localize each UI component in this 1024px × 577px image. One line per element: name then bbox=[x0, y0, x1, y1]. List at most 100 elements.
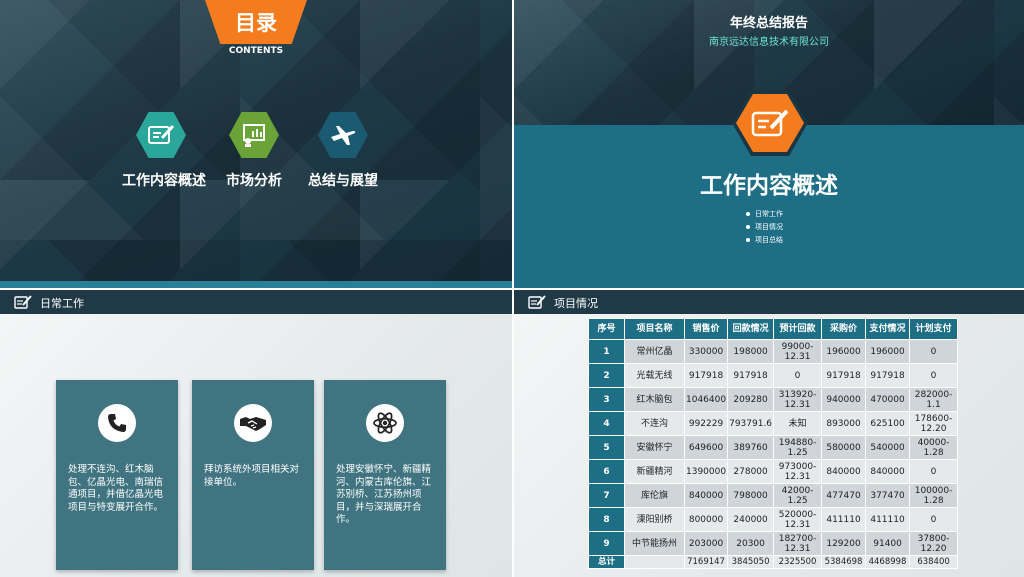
table-cell: 411110 bbox=[865, 507, 911, 532]
table-cell: 100000-1.28 bbox=[909, 483, 959, 508]
table-cell: 240000 bbox=[727, 507, 775, 532]
column-header: 预计回款 bbox=[773, 318, 823, 340]
table-row: 3 红木脑包 1046400 209280 313920-12.31 940000 4700… bbox=[588, 387, 959, 412]
card-text: 处理不连沟、红木脑包、亿晶光电、南瑞信通项目，并借亿晶光电项目与特变展开合作。 bbox=[68, 464, 164, 513]
slide-project-status[interactable]: 项目情况 序号 项目名称 销售价 回款情况 预计回款 采购价 支付情况 计划支付… bbox=[514, 290, 1024, 577]
contents-title: 目录 bbox=[235, 11, 277, 35]
table-cell: 7 bbox=[588, 483, 625, 508]
table-cell: 520000-12.31 bbox=[773, 507, 823, 532]
slide-section-cover[interactable]: 年终总结报告 南京远达信息技术有限公司 工作内容概述 日常工作 项目情况 项目总… bbox=[514, 0, 1024, 288]
table-cell: 798000 bbox=[727, 483, 775, 508]
slide-contents[interactable]: 目录 CONTENTS 工作内容概述 市场分析 总结与展望 bbox=[0, 0, 512, 288]
table-cell: 0 bbox=[909, 363, 959, 388]
work-card: 处理安徽怀宁、新疆精河、内蒙古库伦旗、江苏别桥、江苏扬州项目，并与深瑞展开合作。 bbox=[324, 380, 446, 570]
slide-header: 日常工作 bbox=[0, 290, 512, 314]
table-cell: 不连沟 bbox=[624, 411, 685, 436]
column-header: 计划支付 bbox=[909, 318, 959, 340]
table-cell: 7169147 bbox=[683, 555, 729, 569]
table-cell: 42000-1.25 bbox=[773, 483, 823, 508]
phone-icon bbox=[98, 404, 136, 442]
table-cell: 840000 bbox=[683, 483, 729, 508]
table-cell: 182700-12.31 bbox=[773, 531, 823, 556]
table-cell: 940000 bbox=[821, 387, 867, 412]
table-cell: 313920-12.31 bbox=[773, 387, 823, 412]
table-cell: 917918 bbox=[683, 363, 729, 388]
table-row: 7 库伦旗 840000 798000 42000-1.25 477470 377470 10… bbox=[588, 483, 959, 508]
column-header: 项目名称 bbox=[624, 318, 685, 340]
table-cell: 3845050 bbox=[727, 555, 775, 569]
table-cell: 992229 bbox=[683, 411, 729, 436]
contents-subtitle: CONTENTS bbox=[228, 46, 284, 56]
table-cell: 840000 bbox=[865, 459, 911, 484]
table-cell: 917918 bbox=[865, 363, 911, 388]
menu-item-work-overview[interactable]: 工作内容概述 bbox=[114, 170, 214, 190]
table-cell: 1 bbox=[588, 339, 625, 364]
table-row: 4 不连沟 992229 793791.6 未知 893000 625100 178600-1… bbox=[588, 411, 959, 436]
table-cell: 37800-12.20 bbox=[909, 531, 959, 556]
table-row: 5 安徽怀宁 649600 389760 194880-1.25 580000 540000… bbox=[588, 435, 959, 460]
table-cell: 411110 bbox=[821, 507, 867, 532]
table-cell: 793791.6 bbox=[727, 411, 775, 436]
header-title: 项目情况 bbox=[554, 297, 598, 310]
table-cell: 91400 bbox=[865, 531, 911, 556]
table-cell: 278000 bbox=[727, 459, 775, 484]
bullet-item: 日常工作 bbox=[746, 208, 783, 221]
table-cell: 638400 bbox=[909, 555, 959, 569]
presentation-icon[interactable] bbox=[229, 112, 279, 158]
table-cell: 477470 bbox=[821, 483, 867, 508]
table-cell: 40000-1.28 bbox=[909, 435, 959, 460]
table-cell: 1046400 bbox=[683, 387, 729, 412]
column-header: 采购价 bbox=[821, 318, 867, 340]
work-card: 处理不连沟、红木脑包、亿晶光电、南瑞信通项目，并借亿晶光电项目与特变展开合作。 bbox=[56, 380, 178, 570]
slide-header: 项目情况 bbox=[514, 290, 1024, 314]
table-cell: 0 bbox=[773, 363, 823, 388]
table-row: 9 中节能扬州 203000 20300 182700-12.31 129200 91400… bbox=[588, 531, 959, 556]
table-total-row: 总计 7169147 3845050 2325500 5384698 4468998 638… bbox=[588, 555, 959, 569]
table-cell: 常州亿晶 bbox=[624, 339, 685, 364]
table-cell: 973000-12.31 bbox=[773, 459, 823, 484]
project-table: 序号 项目名称 销售价 回款情况 预计回款 采购价 支付情况 计划支付 1 常州亿… bbox=[588, 318, 959, 569]
table-cell: 20300 bbox=[727, 531, 775, 556]
table-row: 2 光载无线 917918 917918 0 917918 917918 0 bbox=[588, 363, 959, 388]
table-cell: 1390000 bbox=[683, 459, 729, 484]
handshake-icon bbox=[234, 404, 272, 442]
menu-item-summary-outlook[interactable]: 总结与展望 bbox=[298, 170, 388, 190]
header-title: 日常工作 bbox=[40, 297, 84, 310]
content-area: 处理不连沟、红木脑包、亿晶光电、南瑞信通项目，并借亿晶光电项目与特变展开合作。 … bbox=[0, 314, 512, 577]
table-cell: 库伦旗 bbox=[624, 483, 685, 508]
bullet-item: 项目总结 bbox=[746, 234, 783, 247]
table-cell: 0 bbox=[909, 459, 959, 484]
table-cell: 4468998 bbox=[865, 555, 911, 569]
table-cell: 安徽怀宁 bbox=[624, 435, 685, 460]
table-cell: 129200 bbox=[821, 531, 867, 556]
table-cell: 未知 bbox=[773, 411, 823, 436]
card-text: 拜访系统外项目相关对接单位。 bbox=[204, 464, 300, 488]
table-cell: 194880-1.25 bbox=[773, 435, 823, 460]
card-text: 处理安徽怀宁、新疆精河、内蒙古库伦旗、江苏别桥、江苏扬州项目，并与深瑞展开合作。 bbox=[336, 464, 432, 525]
table-cell: 溧阳别桥 bbox=[624, 507, 685, 532]
menu-item-market-analysis[interactable]: 市场分析 bbox=[214, 170, 294, 190]
table-row: 6 新疆精河 1390000 278000 973000-12.31 840000 8400… bbox=[588, 459, 959, 484]
edit-icon[interactable] bbox=[136, 112, 186, 158]
table-cell: 540000 bbox=[865, 435, 911, 460]
table-cell: 917918 bbox=[821, 363, 867, 388]
table-cell: 中节能扬州 bbox=[624, 531, 685, 556]
slide-daily-work[interactable]: 日常工作 处理不连沟、红木脑包、亿晶光电、南瑞信通项目，并借亿晶光电项目与特变展… bbox=[0, 290, 512, 577]
table-cell: 389760 bbox=[727, 435, 775, 460]
table-cell: 9 bbox=[588, 531, 625, 556]
bullet-item: 项目情况 bbox=[746, 221, 783, 234]
table-cell: 2325500 bbox=[773, 555, 823, 569]
table-cell: 0 bbox=[909, 339, 959, 364]
edit-icon bbox=[528, 295, 546, 309]
table-cell: 893000 bbox=[821, 411, 867, 436]
column-header: 支付情况 bbox=[865, 318, 911, 340]
table-cell: 5384698 bbox=[821, 555, 867, 569]
table-cell: 5 bbox=[588, 435, 625, 460]
table-cell: 580000 bbox=[821, 435, 867, 460]
airplane-icon[interactable] bbox=[318, 112, 368, 158]
table-cell: 0 bbox=[909, 507, 959, 532]
table-cell bbox=[624, 555, 685, 569]
table-body: 1 常州亿晶 330000 198000 99000-12.31 196000 196000… bbox=[588, 339, 959, 569]
section-bullets: 日常工作 项目情况 项目总结 bbox=[746, 208, 783, 247]
table-cell: 649600 bbox=[683, 435, 729, 460]
